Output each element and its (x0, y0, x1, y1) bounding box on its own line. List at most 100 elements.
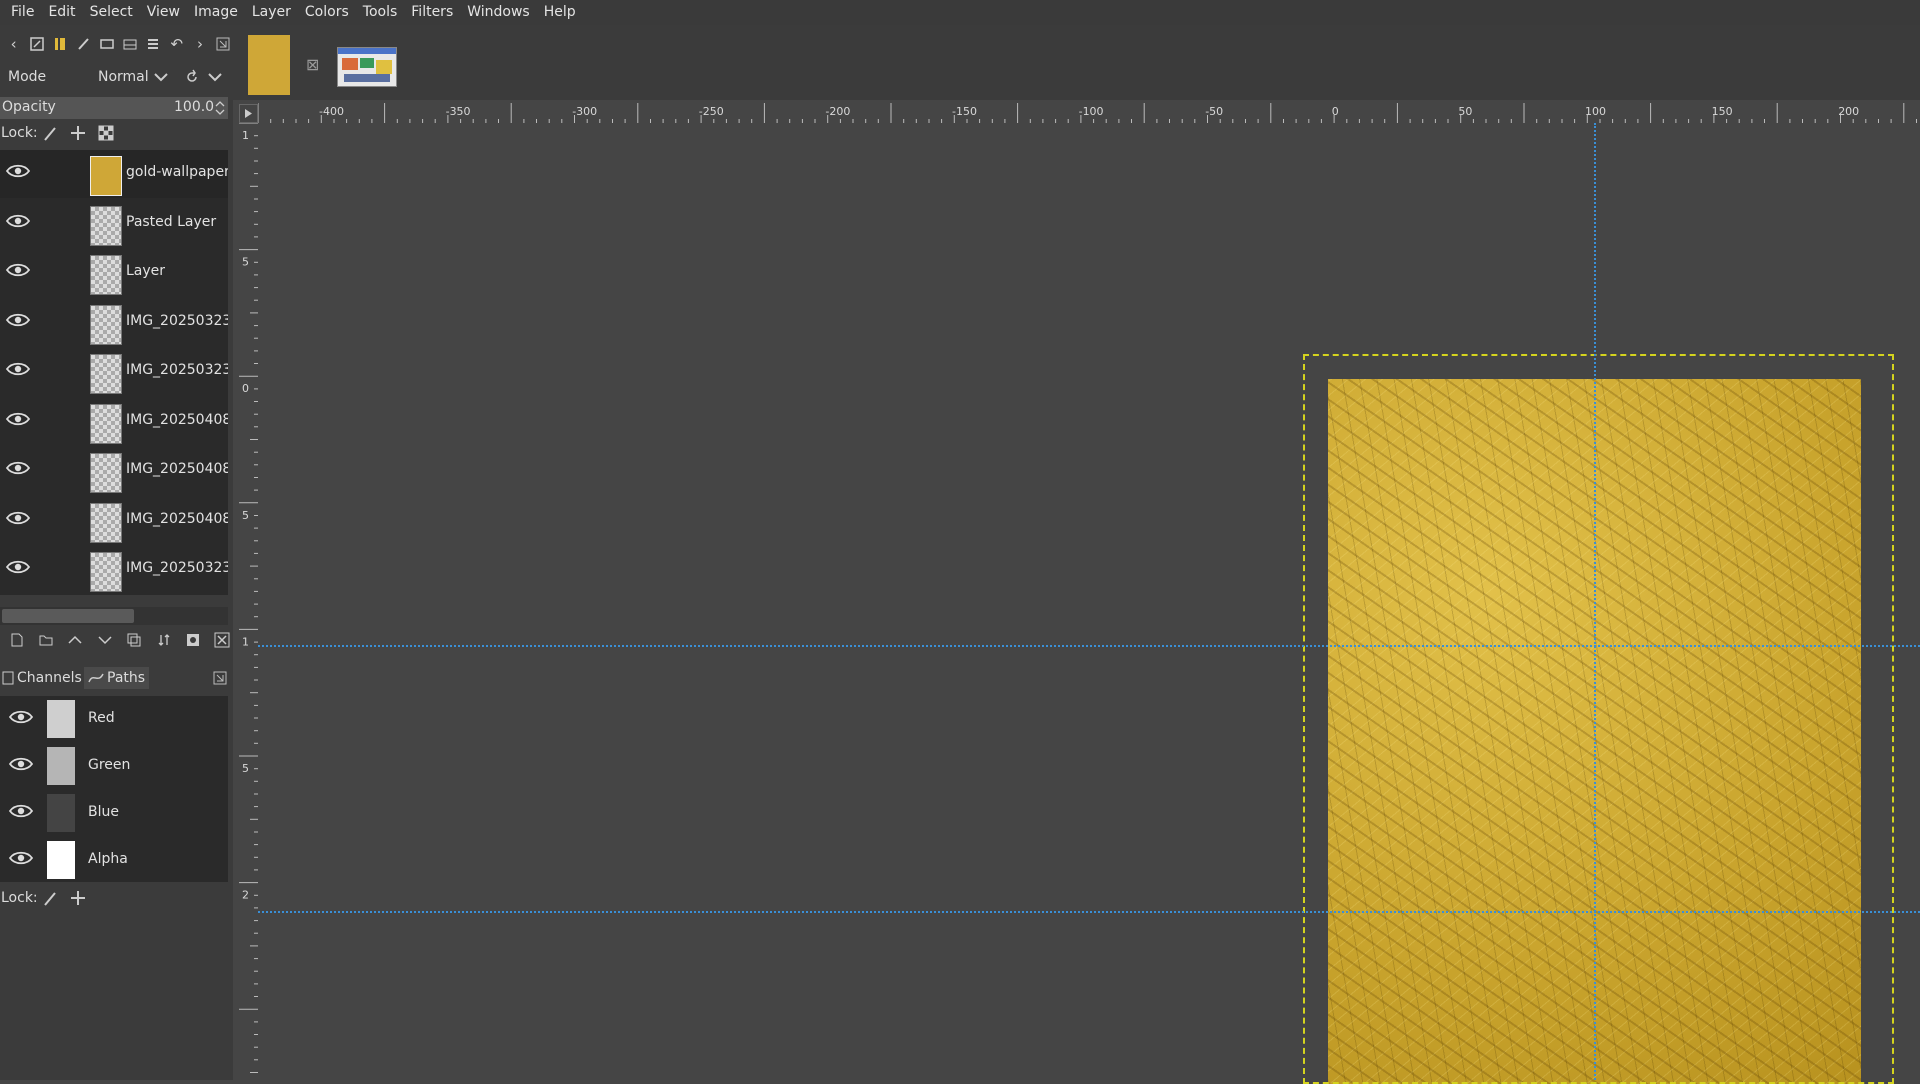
menu-tools[interactable]: Tools (356, 0, 405, 25)
delete-layer-icon[interactable] (212, 629, 233, 651)
chevron-left-icon[interactable]: ‹ (4, 33, 23, 55)
lock-pixels-icon[interactable] (43, 891, 57, 907)
opacity-slider[interactable]: Opacity 100.0 (0, 97, 228, 119)
device-status-icon[interactable] (97, 33, 116, 55)
channel-name[interactable]: Green (88, 757, 130, 773)
tab-channels[interactable]: Channels (0, 666, 86, 690)
chevron-down-icon[interactable] (153, 71, 169, 83)
eye-icon[interactable] (9, 756, 33, 772)
dock-configure-icon[interactable] (214, 33, 233, 55)
channel-thumbnail[interactable] (47, 747, 75, 785)
lock-pixels-icon[interactable] (43, 126, 57, 142)
image-tab-screenshot[interactable] (337, 47, 397, 87)
channel-name[interactable]: Blue (88, 804, 119, 820)
channel-name[interactable]: Alpha (88, 851, 128, 867)
layer-name[interactable]: Pasted Layer (126, 214, 228, 230)
menu-filters[interactable]: Filters (404, 0, 460, 25)
ruler-corner[interactable] (239, 104, 258, 123)
eye-icon[interactable] (6, 460, 30, 476)
opacity-value[interactable]: 100.0 (174, 99, 214, 115)
lock-alpha-icon[interactable] (98, 125, 114, 141)
layer-name[interactable]: IMG_20250323_ (126, 313, 228, 329)
vertical-ruler[interactable]: 1 5 0 5 1 5 2 (239, 123, 258, 1080)
document-history-icon[interactable] (144, 33, 163, 55)
layer-row[interactable]: IMG_20250408_ (0, 447, 228, 495)
menu-windows[interactable]: Windows (460, 0, 537, 25)
lock-position-icon[interactable] (70, 890, 86, 906)
layer-thumbnail[interactable] (90, 403, 122, 444)
tab-configure-icon[interactable] (213, 671, 227, 685)
menu-edit[interactable]: Edit (41, 0, 82, 25)
layer-thumbnail[interactable] (90, 354, 122, 394)
tool-options-icon[interactable] (27, 33, 46, 55)
layer-name[interactable]: Layer (126, 263, 228, 279)
new-layer-group-icon[interactable] (35, 629, 56, 651)
eye-icon[interactable] (6, 361, 30, 377)
channel-thumbnail[interactable] (47, 700, 75, 738)
layer-name[interactable]: IMG_20250408_ (126, 412, 228, 428)
layer-row[interactable]: Layer (0, 249, 228, 297)
eye-icon[interactable] (9, 850, 33, 866)
layer-row[interactable]: gold-wallpaper- (0, 150, 228, 198)
layer-thumbnail[interactable] (90, 304, 122, 345)
channel-thumbnail[interactable] (47, 794, 75, 832)
channel-row[interactable]: Green (0, 743, 228, 789)
layer-name[interactable]: IMG_20250323_ (126, 362, 228, 378)
menu-layer[interactable]: Layer (245, 0, 298, 25)
layer-row[interactable]: IMG_20250408_ (0, 398, 228, 446)
tab-paths[interactable]: Paths (84, 667, 150, 689)
layer-name[interactable]: IMG_20250323_ (126, 560, 228, 576)
mode-select[interactable]: Normal (98, 69, 149, 85)
layer-thumbnail[interactable] (90, 552, 122, 592)
eye-icon[interactable] (6, 559, 30, 575)
gradients-icon[interactable] (120, 33, 139, 55)
close-icon[interactable]: ⊠ (306, 55, 319, 74)
channel-thumbnail[interactable] (47, 841, 75, 879)
menu-colors[interactable]: Colors (298, 0, 356, 25)
horizontal-ruler[interactable]: -400 -350 -300 -250 -200 -150 -100 -50 0 50 100 150… (258, 103, 1920, 123)
eye-icon[interactable] (6, 510, 30, 526)
channel-row[interactable]: Blue (0, 790, 228, 836)
eye-icon[interactable] (6, 411, 30, 427)
channel-row[interactable]: Alpha (0, 837, 228, 883)
eye-icon[interactable] (9, 803, 33, 819)
reset-icon[interactable] (184, 69, 200, 85)
layer-thumbnail[interactable] (90, 255, 122, 295)
layer-thumbnail[interactable] (90, 453, 122, 493)
menu-view[interactable]: View (140, 0, 187, 25)
horizontal-guide[interactable] (258, 645, 1920, 647)
layer-name[interactable]: gold-wallpaper- (126, 164, 228, 180)
new-layer-icon[interactable] (6, 629, 27, 651)
layer-mask-icon[interactable] (182, 629, 203, 651)
paintbrush-icon[interactable] (74, 33, 93, 55)
layer-row[interactable]: IMG_20250323_ (0, 546, 228, 594)
layers-scrollbar-thumb[interactable] (2, 609, 134, 623)
menu-file[interactable]: File (4, 0, 41, 25)
anchor-layer-icon[interactable] (153, 629, 174, 651)
spin-arrows-icon[interactable] (215, 101, 225, 115)
channel-name[interactable]: Red (88, 710, 115, 726)
duplicate-layer-icon[interactable] (124, 629, 145, 651)
menu-select[interactable]: Select (83, 0, 140, 25)
layer-row[interactable]: IMG_20250323_ (0, 348, 228, 396)
layer-row[interactable]: Pasted Layer (0, 200, 228, 248)
eye-icon[interactable] (6, 262, 30, 278)
eye-icon[interactable] (6, 213, 30, 229)
layer-thumbnail[interactable] (90, 205, 122, 246)
eye-icon[interactable] (6, 312, 30, 328)
menu-help[interactable]: Help (537, 0, 583, 25)
layer-row[interactable]: IMG_20250408_ (0, 497, 228, 545)
layer-thumbnail[interactable] (90, 502, 122, 543)
horizontal-guide[interactable] (258, 911, 1920, 913)
image-tab-gold[interactable] (248, 35, 290, 95)
layer-thumbnail[interactable] (90, 156, 122, 196)
chevron-down-icon[interactable] (207, 71, 223, 83)
brush-tab-icon[interactable] (51, 33, 70, 55)
undo-history-icon[interactable]: ↶ (167, 33, 186, 55)
chevron-right-icon[interactable]: › (190, 33, 209, 55)
eye-icon[interactable] (9, 709, 33, 725)
eye-icon[interactable] (6, 163, 30, 179)
layer-row[interactable]: IMG_20250323_ (0, 299, 228, 347)
raise-layer-icon[interactable] (65, 629, 86, 651)
channel-row[interactable]: Red (0, 696, 228, 742)
